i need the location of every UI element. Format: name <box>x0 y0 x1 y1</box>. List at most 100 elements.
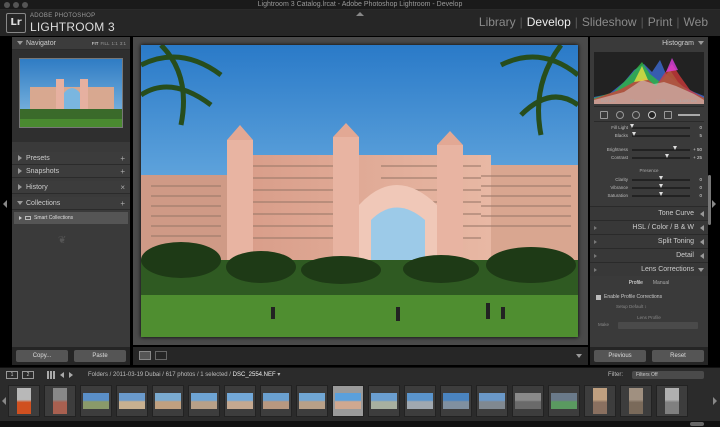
navigator-preview[interactable] <box>12 50 130 142</box>
navigator-thumbnail[interactable] <box>19 58 123 128</box>
grid-view-icon[interactable] <box>47 371 55 379</box>
slider-knob[interactable] <box>658 176 663 180</box>
filmstrip-thumb[interactable] <box>584 385 616 417</box>
filmstrip-thumb[interactable] <box>368 385 400 417</box>
saturation-slider[interactable]: Saturation 0 <box>594 192 704 200</box>
split-toning-header[interactable]: Split Toning <box>590 234 708 248</box>
fill-light-slider[interactable]: Fill Light 0 <box>594 124 704 132</box>
module-slideshow[interactable]: Slideshow <box>578 15 641 29</box>
loupe-view-icon[interactable] <box>139 351 151 360</box>
brightness-slider[interactable]: Brightness + 50 <box>594 146 704 154</box>
slider-knob[interactable] <box>665 154 670 158</box>
window-titlebar: Lightroom 3 Catalog.lrcat - Adobe Photos… <box>0 0 720 10</box>
filmstrip-thumb[interactable] <box>656 385 688 417</box>
crop-tool-icon[interactable] <box>600 111 608 119</box>
filmstrip-thumb[interactable] <box>476 385 508 417</box>
top-panel-toggle-icon[interactable] <box>356 12 364 16</box>
filmstrip-thumb[interactable] <box>260 385 292 417</box>
filmstrip-thumb[interactable] <box>404 385 436 417</box>
filmstrip-thumb[interactable] <box>80 385 112 417</box>
collections-header[interactable]: Collections + <box>12 197 130 210</box>
filmstrip-scrollbar[interactable] <box>0 421 720 427</box>
tab-profile[interactable]: Profile <box>629 277 643 289</box>
secondary-window-icon[interactable]: 2 <box>22 371 34 379</box>
presets-header[interactable]: Presets + <box>12 152 130 165</box>
before-after-view-icon[interactable] <box>155 351 167 360</box>
hsl-header[interactable]: HSL / Color / B & W <box>590 220 708 234</box>
slider-knob[interactable] <box>673 146 677 150</box>
detail-header[interactable]: Detail <box>590 248 708 262</box>
zoom-1-1[interactable]: 1:1 <box>111 37 117 50</box>
navigator-header[interactable]: Navigator FIT FILL 1:1 3:1 <box>12 37 130 50</box>
main-photo[interactable] <box>141 45 578 337</box>
blacks-slider[interactable]: Blacks 5 <box>594 132 704 140</box>
slider-knob[interactable] <box>632 132 637 136</box>
filter-label: Filter: <box>608 372 623 378</box>
left-panel-toggle-icon[interactable] <box>3 200 7 208</box>
lens-corrections-header[interactable]: Lens Corrections <box>590 262 708 276</box>
tone-curve-header[interactable]: Tone Curve <box>590 206 708 220</box>
filmstrip-thumb[interactable] <box>188 385 220 417</box>
filmstrip-thumb[interactable] <box>512 385 544 417</box>
filmstrip-thumb[interactable] <box>620 385 652 417</box>
filmstrip-thumb[interactable] <box>440 385 472 417</box>
history-header[interactable]: History × <box>12 181 130 194</box>
clarity-slider[interactable]: Clarity 0 <box>594 176 704 184</box>
smart-collections-item[interactable]: Smart Collections <box>14 212 128 224</box>
clear-history-icon[interactable]: × <box>120 181 125 194</box>
right-panel-buttons: Previous Reset <box>590 347 708 365</box>
forward-arrow-icon[interactable] <box>69 372 73 378</box>
main-window-icon[interactable]: 1 <box>6 371 18 379</box>
histogram[interactable]: ISO 800 24 mm f / 16 1/400 sec <box>594 52 704 104</box>
filmstrip-thumb[interactable] <box>152 385 184 417</box>
slider-knob[interactable] <box>658 184 663 188</box>
previous-button[interactable]: Previous <box>594 350 646 362</box>
make-select[interactable] <box>618 322 698 329</box>
module-develop[interactable]: Develop <box>523 15 575 29</box>
filmstrip-scroll-right-icon[interactable] <box>713 397 717 405</box>
vibrance-slider[interactable]: Vibrance 0 <box>594 184 704 192</box>
filmstrip-thumb[interactable] <box>548 385 580 417</box>
zoom-fill[interactable]: FILL <box>100 37 109 50</box>
module-library[interactable]: Library <box>475 15 520 29</box>
filmstrip-thumb[interactable] <box>8 385 40 417</box>
filmstrip-thumb[interactable] <box>224 385 256 417</box>
snapshots-header[interactable]: Snapshots + <box>12 165 130 178</box>
enable-profile-checkbox[interactable] <box>596 295 601 300</box>
filmstrip-thumb[interactable] <box>116 385 148 417</box>
zoom-fit[interactable]: FIT <box>92 37 99 50</box>
image-canvas[interactable] <box>133 37 588 345</box>
copy-button[interactable]: Copy... <box>16 350 68 362</box>
setup-select[interactable]: Setup Default ↕ <box>616 304 647 309</box>
back-arrow-icon[interactable] <box>60 372 64 378</box>
red-eye-icon[interactable] <box>632 111 640 119</box>
right-panel-toggle-icon[interactable] <box>712 200 716 208</box>
add-collection-icon[interactable]: + <box>120 197 125 210</box>
filmstrip-scroll-left-icon[interactable] <box>2 397 6 405</box>
paste-button[interactable]: Paste <box>74 350 126 362</box>
histogram-header[interactable]: Histogram <box>590 37 708 50</box>
zoom-3-1[interactable]: 3:1 <box>120 37 126 50</box>
module-web[interactable]: Web <box>680 15 712 29</box>
adjustment-brush-icon[interactable] <box>664 111 672 119</box>
graduated-filter-icon[interactable] <box>648 111 656 119</box>
add-snapshot-icon[interactable]: + <box>120 165 125 178</box>
filmstrip-thumb[interactable] <box>44 385 76 417</box>
add-preset-icon[interactable]: + <box>120 152 125 165</box>
filter-select[interactable]: Filters Off <box>632 371 704 379</box>
slider-knob[interactable] <box>629 124 634 128</box>
filmstrip-thumb-selected[interactable] <box>332 385 364 417</box>
module-print[interactable]: Print <box>644 15 677 29</box>
filmstrip-source-path[interactable]: Folders / 2011-03-19 Dubai / 617 photos … <box>88 368 280 382</box>
filmstrip-thumb[interactable] <box>296 385 328 417</box>
reset-button[interactable]: Reset <box>652 350 704 362</box>
toolbar-menu-icon[interactable] <box>576 354 582 358</box>
slider-knob[interactable] <box>658 192 663 196</box>
thumb-image <box>515 393 541 409</box>
tool-slider[interactable] <box>678 114 700 116</box>
spot-removal-icon[interactable] <box>616 111 624 119</box>
tab-manual[interactable]: Manual <box>653 277 669 289</box>
right-panel-scrollbar[interactable] <box>708 175 711 225</box>
contrast-slider[interactable]: Contrast + 25 <box>594 154 704 162</box>
thumb-image <box>551 393 577 409</box>
